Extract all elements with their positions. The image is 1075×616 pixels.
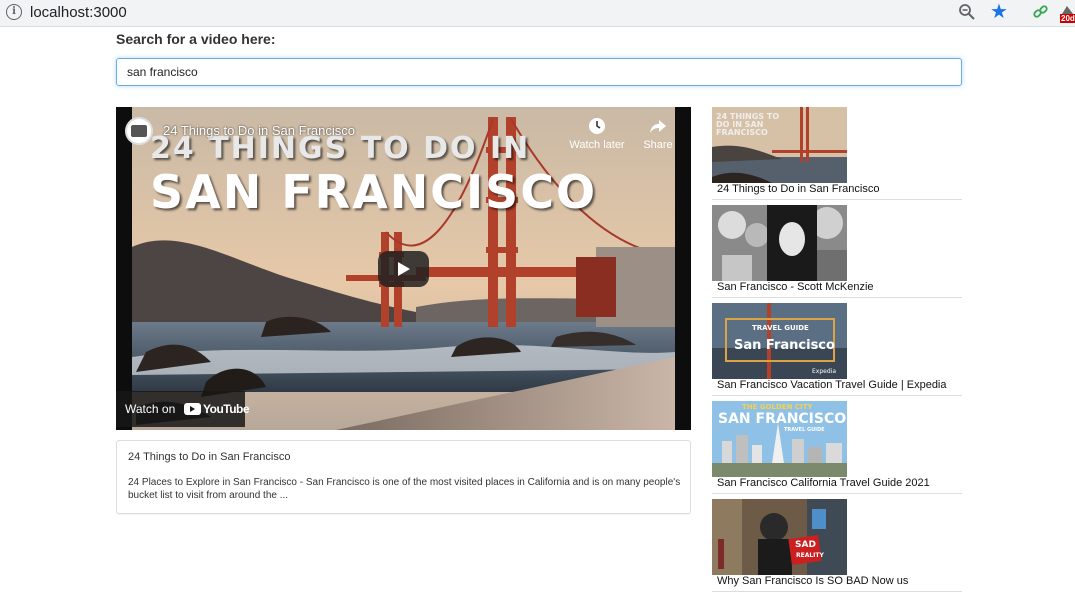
video-list-item-title[interactable]: San Francisco - Scott McKenzie <box>717 281 874 293</box>
thumbnail-title-line2: SAN FRANCISCO <box>150 165 598 219</box>
youtube-wordmark: YouTube <box>203 402 250 416</box>
video-list-item[interactable]: San Francisco - Scott McKenzie <box>712 205 962 298</box>
video-thumbnail[interactable]: THE GOLDEN CITY SAN FRANCISCO TRAVEL GUI… <box>712 401 847 477</box>
thumbnail-caption: 24 THINGS TO DO IN SAN FRANCISCO <box>716 112 780 137</box>
video-thumbnail[interactable]: TRAVEL GUIDE San Francisco Expedia <box>712 303 847 379</box>
player-video-title[interactable]: 24 Things to Do in San Francisco <box>163 123 355 138</box>
thumbnail-caption-main: San Francisco <box>734 338 835 353</box>
video-detail-title: 24 Things to Do in San Francisco <box>128 451 291 463</box>
thumbnail-caption-top: TRAVEL GUIDE <box>752 324 809 332</box>
thumbnail-caption-sub: TRAVEL GUIDE <box>784 427 825 433</box>
bookmark-star-icon[interactable]: ★ <box>990 1 1008 23</box>
video-list-item-title[interactable]: 24 Things to Do in San Francisco <box>717 183 879 195</box>
share-label: Share <box>643 139 673 151</box>
watch-on-label: Watch on <box>125 402 176 416</box>
video-thumbnail[interactable] <box>712 205 847 281</box>
video-list-item[interactable]: THE GOLDEN CITY SAN FRANCISCO TRAVEL GUI… <box>712 401 962 494</box>
video-player[interactable]: 24 THINGS TO DO IN SAN FRANCISCO 24 Thin… <box>116 107 691 430</box>
thumbnail-caption-main: SAD <box>795 540 816 550</box>
thumbnail-brand: Expedia <box>812 368 836 375</box>
channel-avatar[interactable] <box>125 117 153 145</box>
video-list-item[interactable]: SAD REALITY Why San Francisco Is SO BAD … <box>712 499 962 592</box>
address-bar-url[interactable]: localhost:3000 <box>30 4 127 21</box>
clock-icon <box>589 118 605 134</box>
share-arrow-icon <box>650 120 666 133</box>
watch-on-youtube-button[interactable]: Watch on YouTube <box>116 391 250 427</box>
video-list-item[interactable]: TRAVEL GUIDE San Francisco Expedia San F… <box>712 303 962 396</box>
video-list-item[interactable]: 24 THINGS TO DO IN SAN FRANCISCO 24 Thin… <box>712 107 962 200</box>
thumbnail-caption-top: THE GOLDEN CITY <box>742 403 813 411</box>
thumbnail-caption-main: SAN FRANCISCO <box>718 411 847 427</box>
search-input[interactable] <box>116 58 962 86</box>
watch-later-button[interactable]: Watch later <box>567 117 627 151</box>
extension-badge: 20d <box>1060 14 1075 23</box>
video-list-item-title[interactable]: San Francisco California Travel Guide 20… <box>717 477 930 489</box>
thumbnail-caption-sub: REALITY <box>796 552 824 559</box>
zoom-icon[interactable] <box>958 3 976 21</box>
video-list-item-title[interactable]: Why San Francisco Is SO BAD Now us <box>717 575 908 587</box>
extension-calendar-icon[interactable]: 20d <box>1060 3 1075 23</box>
search-label: Search for a video here: <box>116 31 276 47</box>
play-icon <box>398 262 410 276</box>
browser-toolbar: i localhost:3000 ★ 20d <box>0 0 1075 27</box>
video-detail-card: 24 Things to Do in San Francisco 24 Plac… <box>116 440 691 514</box>
video-thumbnail[interactable]: 24 THINGS TO DO IN SAN FRANCISCO <box>712 107 847 183</box>
share-button[interactable]: Share <box>628 117 688 151</box>
video-detail-description: 24 Places to Explore in San Francisco - … <box>128 477 681 501</box>
site-info-icon[interactable]: i <box>6 4 22 20</box>
play-button[interactable] <box>378 251 429 287</box>
youtube-play-icon <box>184 403 201 415</box>
extension-link-icon[interactable] <box>1032 3 1050 21</box>
video-thumbnail[interactable]: SAD REALITY <box>712 499 847 575</box>
watch-later-label: Watch later <box>569 139 625 151</box>
video-list-item-title[interactable]: San Francisco Vacation Travel Guide | Ex… <box>717 379 947 391</box>
